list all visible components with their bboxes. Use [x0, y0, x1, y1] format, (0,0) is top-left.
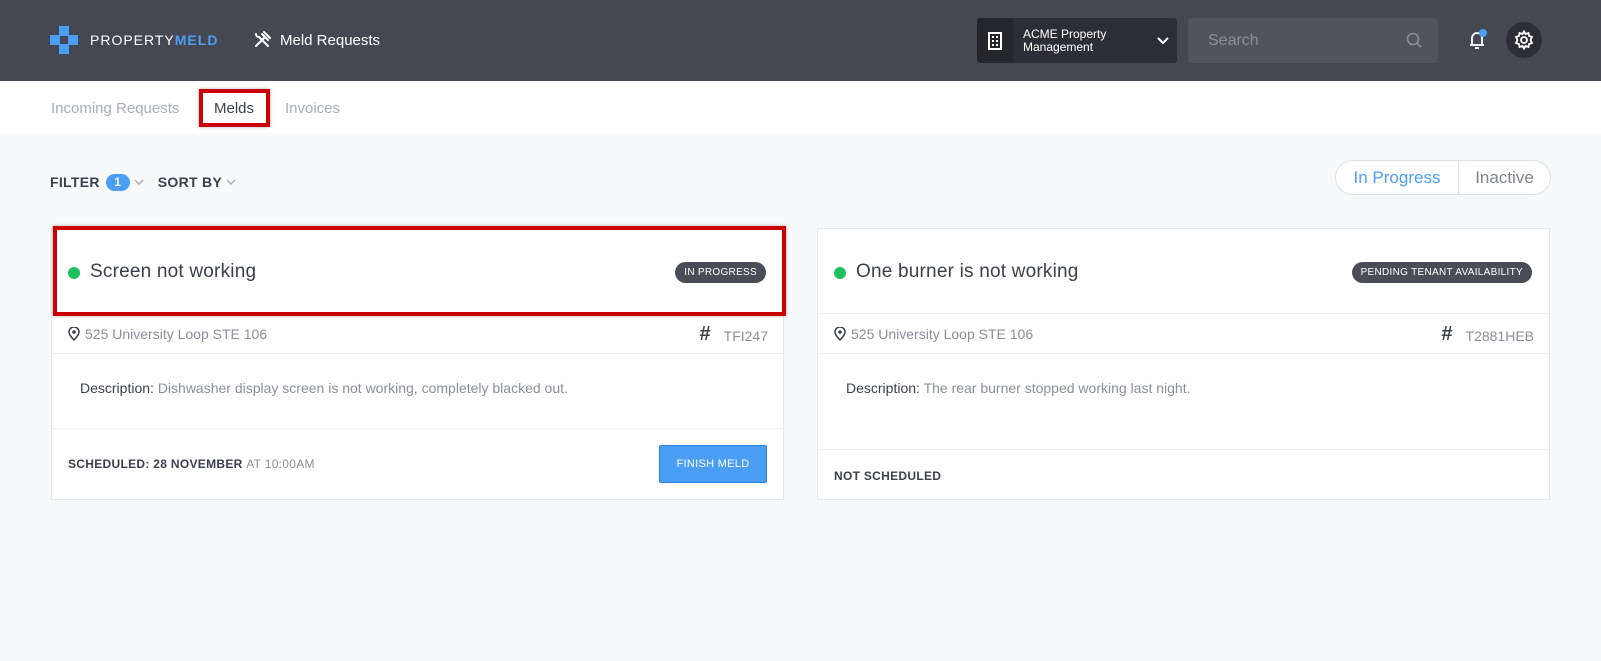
sort-by-button[interactable]: SORT BY: [158, 174, 222, 190]
meld-number: # TFI247: [699, 323, 768, 346]
sub-navigation: Incoming Requests Melds Invoices: [0, 81, 1601, 133]
meld-number-text: TFI247: [723, 327, 768, 344]
meld-card-footer: NOT SCHEDULED: [818, 449, 1549, 499]
meld-description: Description: The rear burner stopped wor…: [846, 380, 1191, 396]
meld-title[interactable]: One burner is not working: [856, 261, 1079, 283]
settings-gear-icon[interactable]: [1506, 22, 1542, 58]
chevron-down-icon: [1157, 36, 1169, 45]
company-switcher[interactable]: ACME Property Management: [977, 18, 1177, 63]
schedule-date: SCHEDULED: 28 NOVEMBER: [68, 457, 243, 471]
search-icon[interactable]: [1406, 32, 1422, 48]
meld-requests-title[interactable]: Meld Requests: [253, 30, 380, 50]
status-toggle: In Progress Inactive: [1335, 160, 1551, 195]
meld-address: 525 University Loop STE 106: [834, 326, 1033, 342]
meld-meta: 525 University Loop STE 106 # TFI247: [52, 314, 783, 354]
description-label: Description:: [846, 380, 920, 396]
tools-icon: [253, 31, 271, 49]
tab-incoming-requests[interactable]: Incoming Requests: [51, 100, 179, 117]
top-navigation-bar: PROPERTYMELD Meld Requests ACME Property…: [0, 0, 1601, 81]
status-badge: PENDING TENANT AVAILABILITY: [1351, 262, 1532, 283]
logo-text: PROPERTYMELD: [90, 32, 219, 48]
toggle-inactive[interactable]: Inactive: [1459, 161, 1550, 194]
hash-icon: #: [1441, 323, 1453, 345]
meld-number-text: T2881HEB: [1465, 327, 1534, 344]
notifications-bell-icon[interactable]: [1465, 27, 1489, 53]
meld-card-header[interactable]: Screen not working IN PROGRESS: [52, 229, 783, 314]
map-pin-icon: [834, 327, 846, 341]
hash-icon: #: [699, 323, 711, 345]
search-input[interactable]: [1208, 31, 1408, 50]
description-text: Dishwasher display screen is not working…: [157, 380, 568, 396]
status-badge: IN PROGRESS: [675, 262, 766, 283]
tab-invoices[interactable]: Invoices: [285, 100, 340, 117]
app-title-text: Meld Requests: [280, 31, 381, 49]
address-text: 525 University Loop STE 106: [85, 326, 268, 342]
meld-address: 525 University Loop STE 106: [68, 326, 267, 342]
building-icon: [977, 18, 1013, 63]
status-dot: [834, 267, 846, 279]
status-dot: [68, 267, 80, 279]
toggle-in-progress[interactable]: In Progress: [1336, 161, 1459, 194]
propertymeld-logo[interactable]: PROPERTYMELD: [50, 26, 218, 54]
map-pin-icon: [68, 327, 80, 341]
meld-number: # T2881HEB: [1441, 323, 1534, 346]
meld-card[interactable]: One burner is not working PENDING TENANT…: [817, 228, 1550, 500]
meld-meta: 525 University Loop STE 106 # T2881HEB: [818, 314, 1549, 354]
search-box[interactable]: [1188, 18, 1438, 63]
meld-card[interactable]: Screen not working IN PROGRESS 525 Unive…: [51, 228, 784, 500]
meld-card-footer: SCHEDULED: 28 NOVEMBER AT 10:00AM FINISH…: [52, 428, 783, 499]
finish-meld-button[interactable]: FINISH MELD: [659, 445, 767, 483]
description-text: The rear burner stopped working last nig…: [923, 380, 1191, 396]
description-label: Description:: [80, 380, 154, 396]
schedule-info: SCHEDULED: 28 NOVEMBER AT 10:00AM: [68, 457, 315, 471]
meld-title[interactable]: Screen not working: [90, 261, 256, 283]
filter-button[interactable]: FILTER: [50, 174, 100, 190]
meld-card-header[interactable]: One burner is not working PENDING TENANT…: [818, 229, 1549, 314]
logo-mark-icon: [50, 26, 78, 54]
schedule-info: NOT SCHEDULED: [834, 469, 942, 483]
notification-dot: [1479, 29, 1487, 37]
filter-sort-bar: FILTER 1 SORT BY: [50, 172, 250, 192]
address-text: 525 University Loop STE 106: [851, 326, 1034, 342]
meld-description: Description: Dishwasher display screen i…: [80, 380, 568, 396]
sort-chevron-down-icon[interactable]: [226, 178, 236, 186]
schedule-time: AT 10:00AM: [246, 457, 315, 471]
filter-count-badge: 1: [105, 173, 130, 191]
tab-melds[interactable]: Melds: [214, 100, 254, 117]
filter-chevron-down-icon[interactable]: [134, 178, 144, 186]
company-name: ACME Property Management: [1023, 26, 1107, 54]
